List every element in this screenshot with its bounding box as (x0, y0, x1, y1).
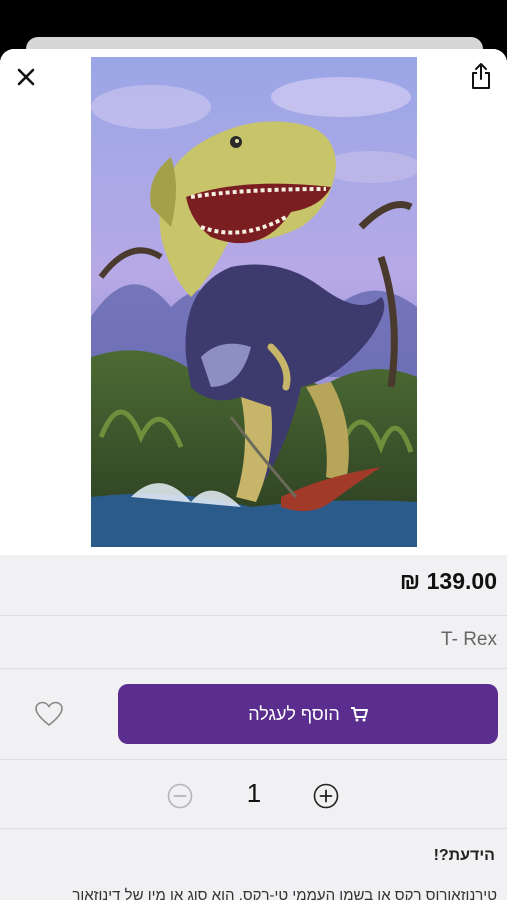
add-to-cart-button[interactable]: הוסף לעגלה (118, 684, 498, 744)
quantity-value: 1 (246, 778, 262, 808)
divider (0, 828, 507, 829)
quantity-decrease-button[interactable] (167, 783, 193, 809)
divider (0, 668, 507, 669)
cart-icon (350, 707, 368, 722)
product-name: T- Rex (441, 629, 497, 650)
divider (0, 615, 507, 616)
quantity-increase-button[interactable] (313, 783, 339, 809)
share-icon (472, 63, 490, 89)
info-heading: הידעת?! (433, 847, 495, 864)
minus-circle-icon (167, 783, 193, 809)
product-price: ₪ 139.00 (399, 568, 497, 594)
plus-circle-icon (313, 783, 339, 809)
close-icon (17, 68, 35, 86)
close-button[interactable] (12, 63, 40, 91)
add-to-cart-label: הוסף לעגלה (248, 703, 340, 724)
product-image[interactable] (91, 57, 417, 547)
t-rex-illustration (91, 57, 417, 547)
product-sheet: ₪ 139.00 T- Rex הוסף לעגלה 1 הידעת?! טיר… (0, 49, 507, 900)
info-text: טירנוזאורוס רקס או בשמו העממי טי-רקס, הו… (72, 887, 497, 900)
image-area (0, 49, 507, 555)
wishlist-button[interactable] (34, 700, 64, 728)
divider (0, 759, 507, 760)
heart-icon (35, 701, 63, 727)
share-button[interactable] (467, 61, 495, 91)
